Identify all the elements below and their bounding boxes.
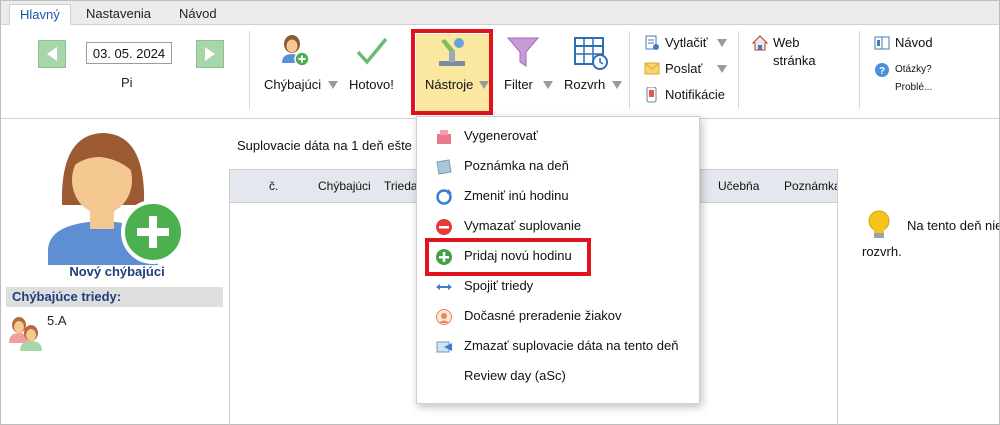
menu-item-label: Poznámka na deň	[464, 158, 569, 173]
column-header-room[interactable]: Učebňa	[718, 179, 759, 193]
day-label: Pi	[121, 75, 133, 90]
generate-icon	[437, 130, 451, 144]
menu-item-label: Dočasné preradenie žiakov	[464, 308, 622, 323]
print-label: Vytlačiť	[665, 35, 708, 50]
previous-day-button[interactable]	[38, 40, 66, 68]
tools-button[interactable]: Nástroje	[425, 77, 473, 92]
ribbon-toolbar: Pi Chýbajúci Hotovo! Nástroje Filter	[1, 25, 999, 119]
menu-item-temporary-reassign[interactable]: Dočasné preradenie žiakov	[417, 301, 699, 331]
help-icon: ?	[875, 63, 889, 77]
ribbon-separator	[249, 31, 250, 109]
new-absent-label[interactable]: Nový chýbajúci	[12, 264, 222, 279]
filter-icon[interactable]	[506, 35, 540, 72]
erase-icon	[436, 341, 452, 353]
menu-item-label: Zmeniť inú hodinu	[464, 188, 569, 203]
tab-main[interactable]: Hlavný	[9, 4, 71, 25]
menu-item-label: Vygenerovať	[464, 128, 538, 143]
next-day-button[interactable]	[196, 40, 224, 68]
send-dropdown-arrow-icon[interactable]	[717, 65, 727, 73]
new-absent-avatar-icon[interactable]	[40, 125, 188, 265]
tools-icon[interactable]	[435, 35, 469, 72]
book-icon	[874, 36, 890, 50]
date-input[interactable]	[86, 42, 172, 64]
class-item-5a[interactable]: 5.A	[47, 313, 67, 328]
timetable-icon[interactable]	[573, 35, 609, 74]
phone-icon	[646, 87, 657, 103]
refresh-icon	[436, 189, 452, 205]
lightbulb-icon	[866, 210, 892, 243]
filter-button[interactable]: Filter	[504, 77, 533, 92]
tab-settings[interactable]: Nastavenia	[76, 4, 161, 25]
add-lesson-highlight-box	[425, 238, 591, 276]
note-icon	[436, 159, 452, 175]
send-label: Poslať	[665, 61, 703, 76]
ribbon-separator	[629, 31, 630, 109]
menu-item-label: Zmazať suplovacie dáta na tento deň	[464, 338, 679, 353]
svg-text:?: ?	[879, 66, 885, 77]
questions-label: Otázky? Problé...	[895, 64, 933, 93]
menu-item-delete-substitution[interactable]: Vymazať suplovanie	[417, 211, 699, 241]
checkmark-icon[interactable]	[355, 35, 389, 70]
ribbon-separator	[738, 31, 739, 109]
column-header-number[interactable]: č.	[269, 179, 278, 193]
delete-icon	[436, 219, 452, 235]
website-label: Web stránka	[773, 35, 816, 68]
menu-item-change-lesson[interactable]: Zmeniť inú hodinu	[417, 181, 699, 211]
house-icon	[752, 35, 768, 51]
column-header-absent[interactable]: Chýbajúci	[318, 179, 371, 193]
timetable-dropdown-arrow-icon[interactable]	[612, 81, 622, 89]
menu-item-review-day[interactable]: Review day (aSc)	[417, 361, 699, 391]
tab-guide[interactable]: Návod	[169, 4, 227, 25]
absent-user-icon[interactable]	[276, 33, 312, 72]
no-timetable-note-line1: Na tento deň nie	[907, 218, 999, 233]
arrow-left-icon	[47, 47, 57, 61]
ribbon-separator	[859, 31, 860, 109]
menu-item-day-note[interactable]: Poznámka na deň	[417, 151, 699, 181]
filter-dropdown-arrow-icon[interactable]	[543, 81, 553, 89]
absent-button[interactable]: Chýbajúci	[264, 77, 321, 92]
absent-dropdown-arrow-icon[interactable]	[328, 81, 338, 89]
notifications-label: Notifikácie	[665, 87, 725, 102]
arrow-right-icon	[205, 47, 215, 61]
students-icon	[436, 309, 452, 325]
timetable-button[interactable]: Rozvrh	[564, 77, 605, 92]
tab-bar: Hlavný Nastavenia Návod	[1, 1, 999, 25]
no-timetable-note-line2: rozvrh.	[862, 244, 902, 259]
merge-icon	[436, 284, 452, 290]
menu-item-label: Vymazať suplovanie	[464, 218, 582, 233]
print-icon	[645, 35, 659, 50]
done-button[interactable]: Hotovo!	[349, 77, 394, 92]
menu-item-erase-day-data[interactable]: Zmazať suplovacie dáta na tento deň	[417, 331, 699, 361]
column-header-class[interactable]: Trieda	[384, 179, 418, 193]
envelope-icon	[644, 62, 660, 75]
column-header-note[interactable]: Poznámka	[784, 179, 837, 193]
menu-item-generate[interactable]: Vygenerovať	[417, 121, 699, 151]
absent-classes-header: Chýbajúce triedy:	[6, 287, 223, 307]
menu-item-label: Review day (aSc)	[464, 368, 566, 383]
info-text: Suplovacie dáta na 1 deň ešte	[237, 138, 412, 153]
print-dropdown-arrow-icon[interactable]	[717, 39, 727, 47]
menu-item-label: Spojiť triedy	[464, 278, 534, 293]
tools-dropdown-arrow-icon[interactable]	[479, 81, 489, 89]
guide-label: Návod	[895, 35, 933, 50]
